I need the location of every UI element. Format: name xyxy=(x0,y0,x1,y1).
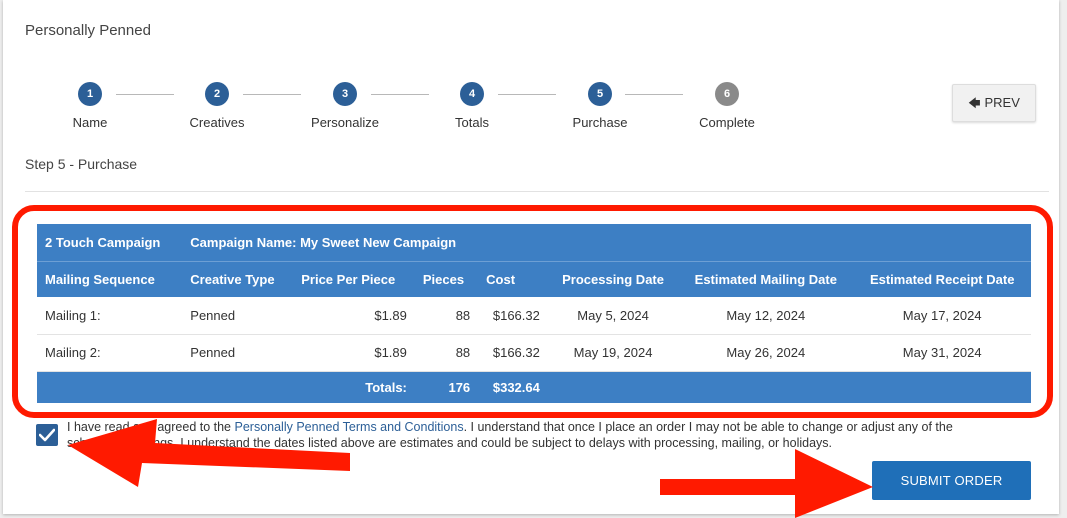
table-row: Mailing 2: Penned $1.89 88 $166.32 May 1… xyxy=(37,334,1031,372)
empty-cell xyxy=(678,371,853,403)
table-cell: Mailing 1: xyxy=(37,297,183,335)
table-cell: Penned xyxy=(182,334,294,372)
column-header: Estimated Receipt Date xyxy=(853,260,1031,297)
checkmark-icon xyxy=(39,428,55,442)
step-name: 1 Name xyxy=(30,82,150,130)
table-cell: $1.89 xyxy=(293,297,415,335)
order-summary-table: 2 Touch Campaign Campaign Name: My Sweet… xyxy=(37,224,1031,403)
table-cell: May 12, 2024 xyxy=(678,297,854,335)
step-personalize: 3 Personalize xyxy=(285,82,405,130)
terms-link[interactable]: Personally Penned Terms and Conditions xyxy=(235,420,464,434)
step-number: 2 xyxy=(205,82,229,106)
prev-button-label: PREV xyxy=(984,95,1020,110)
column-header: Processing Date xyxy=(547,260,679,297)
table-cell: $1.89 xyxy=(293,334,415,372)
divider xyxy=(25,191,1049,192)
step-heading: Step 5 - Purchase xyxy=(25,156,138,172)
table-cell: $166.32 xyxy=(478,334,548,372)
step-number: 1 xyxy=(78,82,102,106)
page-title: Personally Penned xyxy=(25,22,151,39)
prev-button[interactable]: 🡄 PREV xyxy=(952,84,1036,122)
empty-cell xyxy=(853,371,1031,403)
column-header: Pieces xyxy=(414,260,479,297)
step-number: 5 xyxy=(588,82,612,106)
column-header: Estimated Mailing Date xyxy=(678,260,854,297)
empty-cell xyxy=(37,371,182,403)
table-cell: 88 xyxy=(414,334,479,372)
column-header: Cost xyxy=(478,260,548,297)
empty-cell xyxy=(182,371,293,403)
terms-agreement-text: I have read and agreed to the Personally… xyxy=(67,419,987,451)
step-label: Complete xyxy=(699,115,755,130)
submit-order-button[interactable]: SUBMIT ORDER xyxy=(872,461,1031,500)
table-cell: Penned xyxy=(182,297,294,335)
step-label: Creatives xyxy=(189,115,245,130)
step-purchase: 5 Purchase xyxy=(540,82,660,130)
step-totals: 4 Totals xyxy=(412,82,532,130)
column-header: Mailing Sequence xyxy=(37,260,183,297)
step-label: Name xyxy=(72,115,108,130)
campaign-name: Campaign Name: My Sweet New Campaign xyxy=(190,234,457,250)
table-header-row: Mailing Sequence Creative Type Price Per… xyxy=(37,260,1031,297)
totals-label: Totals: xyxy=(365,379,407,395)
step-number: 3 xyxy=(333,82,357,106)
campaign-row: 2 Touch Campaign Campaign Name: My Sweet… xyxy=(37,224,1031,261)
table-cell: $166.32 xyxy=(478,297,548,335)
step-number: 4 xyxy=(460,82,484,106)
progress-stepper: 1 Name 2 Creatives 3 Personalize 4 Total… xyxy=(3,82,803,132)
table-row: Mailing 1: Penned $1.89 88 $166.32 May 5… xyxy=(37,297,1031,335)
terms-checkbox[interactable] xyxy=(36,424,58,446)
campaign-title: 2 Touch Campaign xyxy=(45,234,161,250)
empty-cell xyxy=(548,371,678,403)
table-cell: 88 xyxy=(414,297,479,335)
totals-cost: $332.64 xyxy=(492,379,540,395)
step-label: Totals xyxy=(455,115,489,130)
table-cell: Mailing 2: xyxy=(37,334,183,372)
table-cell: May 31, 2024 xyxy=(853,334,1031,372)
table-cell: May 26, 2024 xyxy=(678,334,854,372)
column-header: Creative Type xyxy=(182,260,294,297)
terms-text-before: I have read and agreed to the xyxy=(67,420,235,434)
table-cell: May 19, 2024 xyxy=(547,334,679,372)
step-label: Personalize xyxy=(311,115,379,130)
table-cell: May 17, 2024 xyxy=(853,297,1031,335)
totals-row: Totals: 176 $332.64 xyxy=(37,371,1031,403)
arrow-left-icon: 🡄 xyxy=(968,96,981,110)
table-cell: May 5, 2024 xyxy=(547,297,679,335)
step-complete: 6 Complete xyxy=(667,82,787,130)
step-label: Purchase xyxy=(572,115,628,130)
step-number: 6 xyxy=(715,82,739,106)
totals-pieces: 176 xyxy=(448,379,471,395)
step-creatives: 2 Creatives xyxy=(157,82,277,130)
column-header: Price Per Piece xyxy=(293,260,415,297)
